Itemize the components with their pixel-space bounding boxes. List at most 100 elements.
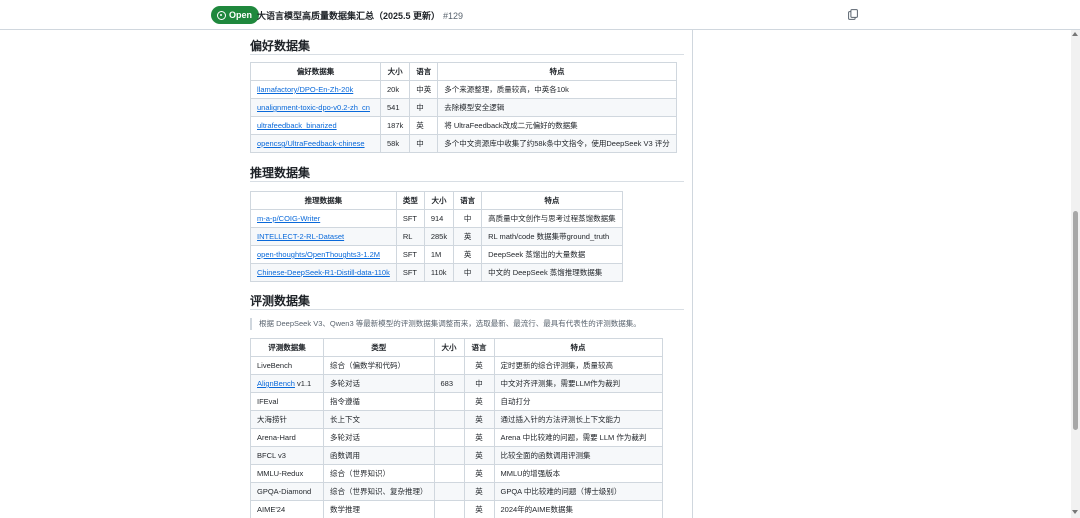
table-row: AIME'24 数学推理 英 2024年的AIME数据集 — [250, 500, 663, 518]
evaluation-note: 根据 DeepSeek V3、Qwen3 等最新模型的评测数据集调整而来，选取最… — [250, 318, 641, 330]
table-cell: 英 — [463, 482, 495, 501]
table-cell: 2024年的AIME数据集 — [493, 500, 663, 518]
table-cell: GPQA-Diamond — [250, 482, 324, 501]
section-heading-reasoning: 推理数据集 — [250, 166, 311, 180]
section-heading-preference: 偏好数据集 — [250, 39, 311, 53]
table-cell: open-thoughts/OpenThoughts3-1.2M — [250, 245, 397, 264]
table-cell: 58k — [379, 134, 411, 153]
table-cell: RL — [395, 227, 425, 246]
table-cell: MMLU的增强版本 — [493, 464, 663, 483]
status-label: Open — [229, 10, 253, 20]
table-cell: 中 — [409, 98, 439, 117]
dataset-version: v1.1 — [294, 379, 312, 388]
table-cell: Arena 中比较难的问题，需要 LLM 作为裁判 — [493, 428, 663, 447]
dataset-name: Arena-Hard — [257, 433, 296, 442]
table-cell: 187k — [379, 116, 411, 135]
column-header: 特点 — [481, 191, 623, 210]
table-row: BFCL v3 函数调用 英比较全面的函数调用评测集 — [250, 446, 663, 465]
column-header: 评测数据集 — [250, 338, 324, 357]
column-header: 类型 — [323, 338, 435, 357]
table-cell — [433, 464, 465, 483]
table-cell: 大海捞针 — [250, 410, 324, 429]
dataset-link[interactable]: unalignment-toxic-dpo-v0.2-zh_cn — [257, 103, 370, 112]
table-cell — [433, 356, 465, 375]
table-row: m-a-p/COIG-Writer SFT 914 中高质量中文创作与思考过程蒸馏数据… — [250, 209, 623, 228]
column-header: 大小 — [433, 338, 465, 357]
column-header: 语言 — [409, 62, 439, 81]
table-cell: 英 — [463, 428, 495, 447]
table-cell: LiveBench — [250, 356, 324, 375]
dataset-link[interactable]: llamafactory/DPO-En-Zh-20k — [257, 85, 353, 94]
dataset-link[interactable]: Chinese-DeepSeek-R1-Distill-data-110k — [257, 268, 390, 277]
table-cell: AlignBench v1.1 — [250, 374, 324, 393]
table-cell: opencsg/UltraFeedback-chinese — [250, 134, 381, 153]
dataset-link[interactable]: m-a-p/COIG-Writer — [257, 214, 320, 223]
table-cell: 中 — [453, 263, 483, 282]
table-row: AlignBench v1.1 多轮对话 683 中中文对齐评测集，需要LLM作为裁判 — [250, 374, 663, 393]
table-cell: 定时更新的综合评测集，质量较高 — [493, 356, 663, 375]
table-row: GPQA-Diamond 综合（世界知识、复杂推理） 英 GPQA 中比较难的问题（博… — [250, 482, 663, 501]
dataset-name: BFCL v3 — [257, 451, 286, 460]
table-cell — [433, 392, 465, 411]
table-cell: 数学推理 — [323, 500, 435, 518]
dataset-name: 大海捞针 — [257, 415, 287, 424]
dataset-link[interactable]: INTELLECT-2-RL-Dataset — [257, 232, 344, 241]
dataset-link[interactable]: open-thoughts/OpenThoughts3-1.2M — [257, 250, 380, 259]
dataset-name: IFEval — [257, 397, 279, 406]
scroll-up-arrow-icon[interactable] — [1072, 32, 1078, 36]
sidebar-divider — [692, 30, 693, 518]
table-cell: 英 — [463, 410, 495, 429]
scroll-down-arrow-icon[interactable] — [1072, 510, 1078, 514]
table-cell: 自动打分 — [493, 392, 663, 411]
column-header: 偏好数据集 — [250, 62, 381, 81]
table-row: Arena-Hard 多轮对话 英 Arena 中比较难的问题，需要 LLM 作为裁判 — [250, 428, 663, 447]
table-cell: 英 — [463, 500, 495, 518]
table-cell: 多轮对话 — [323, 428, 435, 447]
section-rule — [250, 181, 684, 182]
column-header: 语言 — [463, 338, 495, 357]
dataset-name: MMLU-Redux — [257, 469, 304, 478]
table-cell: 去除模型安全逻辑 — [437, 98, 677, 117]
issue-number: #129 — [443, 11, 464, 21]
column-header: 特点 — [493, 338, 663, 357]
table-cell: AIME'24 — [250, 500, 324, 518]
dataset-name: LiveBench — [257, 361, 293, 370]
table-cell: 函数调用 — [323, 446, 435, 465]
table-cell: 多个来源整理，质量较高，中英各10k — [437, 80, 677, 99]
table-cell: m-a-p/COIG-Writer — [250, 209, 397, 228]
table-cell: 多轮对话 — [323, 374, 435, 393]
table-cell: IFEval — [250, 392, 324, 411]
table-cell: 指令遵循 — [323, 392, 435, 411]
table-cell: 比较全面的函数调用评测集 — [493, 446, 663, 465]
table-cell: MMLU-Redux — [250, 464, 324, 483]
dataset-link[interactable]: opencsg/UltraFeedback-chinese — [257, 139, 365, 148]
table-cell: 541 — [379, 98, 411, 117]
table-cell: 综合（偏数学和代码） — [323, 356, 435, 375]
table-cell: 683 — [433, 374, 465, 393]
scrollbar-thumb[interactable] — [1073, 211, 1078, 430]
table-row: Chinese-DeepSeek-R1-Distill-data-110k SFT… — [250, 263, 623, 282]
dataset-name: GPQA-Diamond — [257, 487, 312, 496]
evaluation-dataset-table: 评测数据集 类型 大小 语言 特点 LiveBench 综合（偏数学和代码） 英 定时更新的综… — [250, 338, 663, 518]
table-cell: SFT — [395, 209, 425, 228]
table-cell: llamafactory/DPO-En-Zh-20k — [250, 80, 381, 99]
table-cell — [433, 482, 465, 501]
table-row: ultrafeedback_binarized 187k 英将 UltraFeedb… — [250, 116, 677, 135]
table-cell: RL math/code 数据集带ground_truth — [481, 227, 623, 246]
dataset-link[interactable]: AlignBench — [257, 379, 295, 388]
table-cell: ultrafeedback_binarized — [250, 116, 381, 135]
table-cell: Chinese-DeepSeek-R1-Distill-data-110k — [250, 263, 397, 282]
table-cell: 综合（世界知识、复杂推理） — [323, 482, 435, 501]
open-status-badge: Open — [211, 6, 260, 24]
copy-icon[interactable] — [848, 9, 858, 20]
table-cell: 285k — [423, 227, 455, 246]
table-row: 大海捞针 长上下文 英通过插入针的方法评测长上下文能力 — [250, 410, 663, 429]
table-cell: 多个中文资源库中收集了约58k条中文指令，使用DeepSeek V3 评分 — [437, 134, 677, 153]
table-cell: 英 — [453, 227, 483, 246]
table-cell: 英 — [463, 392, 495, 411]
table-cell: 中 — [463, 374, 495, 393]
column-header: 推理数据集 — [250, 191, 397, 210]
table-cell — [433, 446, 465, 465]
dataset-link[interactable]: ultrafeedback_binarized — [257, 121, 337, 130]
table-row: unalignment-toxic-dpo-v0.2-zh_cn 541 中去除模型… — [250, 98, 677, 117]
